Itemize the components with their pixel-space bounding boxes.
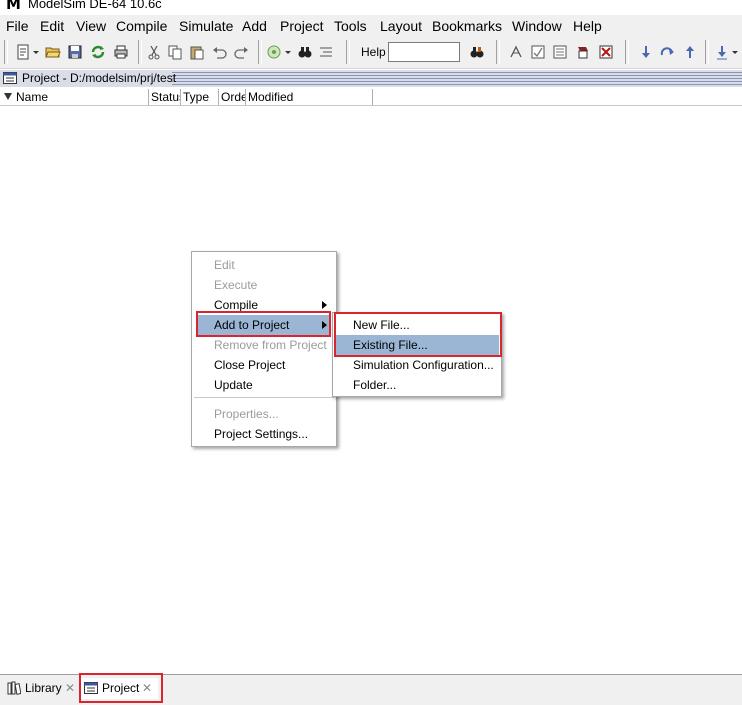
column-header-order[interactable]: Order (219, 89, 246, 105)
menu-item-close-project[interactable]: Close Project (192, 355, 336, 375)
menu-window[interactable]: Window (512, 18, 562, 34)
save-icon[interactable] (67, 44, 83, 60)
title-bar: M ModelSim DE-64 10.6c (0, 0, 742, 14)
close-project-tab-icon[interactable]: ✕ (142, 678, 152, 699)
help-search-input[interactable] (388, 42, 460, 62)
step-out-icon[interactable] (682, 44, 698, 60)
submenu-item-new-file[interactable]: New File... (333, 315, 501, 335)
step-dropdown-icon[interactable] (731, 44, 739, 60)
menu-help[interactable]: Help (573, 18, 602, 34)
compile-icon[interactable] (266, 44, 282, 60)
step-over-icon[interactable] (659, 44, 675, 60)
menu-tools[interactable]: Tools (334, 18, 367, 34)
menu-add[interactable]: Add (242, 18, 267, 34)
window-title: ModelSim DE-64 10.6c (28, 0, 162, 11)
new-file-icon[interactable] (15, 44, 31, 60)
break-icon[interactable] (598, 44, 614, 60)
menu-item-edit[interactable]: Edit (192, 255, 336, 275)
print-icon[interactable] (113, 44, 129, 60)
step-icon[interactable] (508, 44, 524, 60)
submenu-arrow-icon (322, 301, 327, 309)
menu-bar: File Edit View Compile Simulate Add Proj… (0, 15, 742, 37)
project-icon (84, 682, 98, 694)
step-down-icon[interactable] (714, 44, 730, 60)
context-menu: Edit Execute Compile Add to Project Remo… (191, 251, 337, 447)
compile-all-icon[interactable] (552, 44, 568, 60)
redo-icon[interactable] (233, 44, 249, 60)
column-header-type[interactable]: Type (181, 89, 219, 105)
column-status-label: Status (151, 90, 180, 104)
compile-out-of-date-icon[interactable] (530, 44, 546, 60)
menu-separator (194, 397, 334, 398)
toolbar-separator (705, 40, 709, 64)
format-icon[interactable] (318, 44, 334, 60)
menu-project[interactable]: Project (280, 18, 324, 34)
menu-edit[interactable]: Edit (40, 18, 64, 34)
column-order-label: Order (221, 90, 245, 104)
menu-item-compile[interactable]: Compile (192, 295, 336, 315)
menu-compile[interactable]: Compile (116, 18, 167, 34)
menu-layout[interactable]: Layout (380, 18, 422, 34)
toolbar-separator (258, 40, 262, 64)
compile-dropdown-icon[interactable] (284, 44, 292, 60)
menu-item-update[interactable]: Update (192, 375, 336, 395)
help-search-icon[interactable] (469, 44, 485, 60)
column-header-status[interactable]: Status (149, 89, 181, 105)
sort-down-icon (4, 93, 12, 100)
toolbar-grip (4, 40, 8, 64)
cut-icon[interactable] (146, 44, 162, 60)
close-library-tab-icon[interactable]: ✕ (65, 678, 75, 699)
menu-file[interactable]: File (6, 18, 29, 34)
step-into-icon[interactable] (638, 44, 654, 60)
menu-bookmarks[interactable]: Bookmarks (432, 18, 502, 34)
submenu-item-simulation-configuration[interactable]: Simulation Configuration... (333, 355, 501, 375)
column-name-label: Name (16, 90, 49, 104)
column-header-name[interactable]: Name (0, 89, 149, 105)
add-to-project-submenu: New File... Existing File... Simulation … (332, 312, 502, 397)
toolbar-separator (625, 40, 629, 64)
column-header-modified[interactable]: Modified (246, 89, 373, 105)
menu-item-add-to-project[interactable]: Add to Project (196, 315, 330, 335)
find-icon[interactable] (297, 44, 313, 60)
column-modified-label: Modified (248, 90, 294, 104)
submenu-item-folder[interactable]: Folder... (333, 375, 501, 395)
menu-view[interactable]: View (76, 18, 106, 34)
tab-project[interactable]: Project ✕ (80, 678, 158, 699)
column-type-label: Type (183, 90, 210, 104)
menu-item-execute[interactable]: Execute (192, 275, 336, 295)
simulate-icon[interactable] (575, 44, 591, 60)
toolbar: Help (0, 37, 742, 69)
menu-item-remove-from-project[interactable]: Remove from Project (192, 335, 336, 355)
menu-item-properties[interactable]: Properties... (192, 404, 336, 424)
project-panel-header: Project - D:/modelsim/prj/test (0, 70, 742, 87)
help-label: Help (361, 45, 386, 59)
library-icon (7, 681, 21, 695)
toolbar-separator (138, 40, 142, 64)
open-folder-icon[interactable] (45, 44, 61, 60)
column-header-row: Name Status Type Order Modified (0, 89, 742, 106)
project-panel-icon (3, 72, 17, 84)
copy-icon[interactable] (167, 44, 183, 60)
reload-icon[interactable] (90, 44, 106, 60)
menu-item-project-settings[interactable]: Project Settings... (192, 424, 336, 444)
panel-title: Project - D:/modelsim/prj/test (22, 71, 177, 85)
tab-library[interactable]: Library ✕ (3, 678, 78, 699)
submenu-item-existing-file[interactable]: Existing File... (335, 335, 499, 355)
new-dropdown-icon[interactable] (32, 44, 40, 60)
app-logo-icon: M (6, 0, 21, 13)
paste-icon[interactable] (189, 44, 205, 60)
toolbar-separator (496, 40, 500, 64)
undo-icon[interactable] (212, 44, 228, 60)
submenu-arrow-icon (322, 321, 327, 329)
menu-simulate[interactable]: Simulate (179, 18, 233, 34)
toolbar-separator (346, 40, 350, 64)
bottom-tab-bar: Library ✕ Project ✕ (0, 674, 742, 705)
